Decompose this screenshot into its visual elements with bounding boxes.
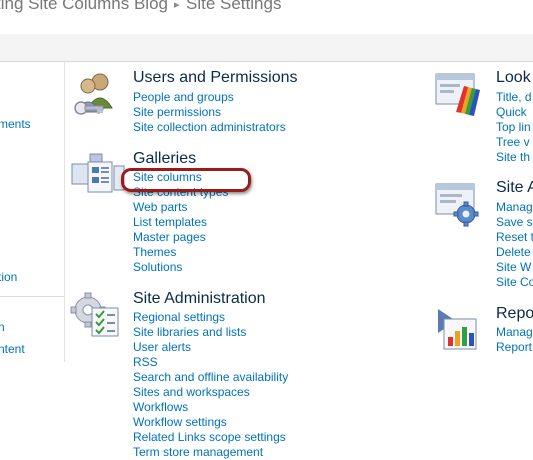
site-actions-links: Manag Save s Reset t Delete Site W Site … bbox=[496, 200, 533, 290]
site-administration-title: Site Administration bbox=[133, 290, 266, 307]
link-delete-this-site[interactable]: Delete bbox=[496, 245, 533, 260]
quick-launch-divider bbox=[0, 296, 64, 297]
link-workflows[interactable]: Workflows bbox=[133, 400, 288, 415]
galleries-icon bbox=[71, 153, 125, 193]
site-columns-highlight bbox=[121, 168, 251, 192]
link-tree-view[interactable]: Tree v bbox=[496, 135, 532, 150]
reports-icon bbox=[438, 309, 477, 350]
link-title-description-icon[interactable]: Title, d bbox=[496, 90, 532, 105]
quick-launch-item[interactable]: ments bbox=[0, 117, 31, 131]
users-permissions-links: People and groups Site permissions Site … bbox=[133, 90, 286, 135]
link-list-templates[interactable]: List templates bbox=[133, 215, 228, 230]
breadcrumb: ting Site Columns Blog ▸ Site Settings bbox=[0, 0, 533, 34]
breadcrumb-separator-icon: ▸ bbox=[174, 0, 180, 11]
galleries-title: Galleries bbox=[133, 150, 197, 167]
site-actions-title: Site A bbox=[496, 179, 533, 196]
link-people-and-groups[interactable]: People and groups bbox=[133, 90, 286, 105]
link-web-parts[interactable]: Web parts bbox=[133, 200, 228, 215]
link-related-links-scope-settings[interactable]: Related Links scope settings bbox=[133, 430, 288, 445]
link-term-store-management[interactable]: Term store management bbox=[133, 445, 288, 460]
link-site-libraries-and-lists[interactable]: Site libraries and lists bbox=[133, 325, 288, 340]
site-administration-links: Regional settings Site libraries and lis… bbox=[133, 310, 288, 460]
site-administration-icon bbox=[70, 292, 119, 337]
site-actions-icon bbox=[435, 183, 479, 227]
link-site-theme[interactable]: Site th bbox=[496, 150, 532, 165]
link-user-alerts[interactable]: User alerts bbox=[133, 340, 288, 355]
breadcrumb-page-title: Site Settings bbox=[186, 0, 282, 13]
quick-launch: ments tion n ntent bbox=[0, 62, 65, 362]
link-save-site-as-template[interactable]: Save s bbox=[496, 215, 533, 230]
link-rss[interactable]: RSS bbox=[133, 355, 288, 370]
look-and-feel-links: Title, d Quick Top lin Tree v Site th bbox=[496, 90, 532, 165]
look-and-feel-title: Look bbox=[496, 69, 531, 86]
ribbon-bar bbox=[0, 34, 533, 62]
link-search-and-offline-availability[interactable]: Search and offline availability bbox=[133, 370, 288, 385]
link-workflow-settings[interactable]: Workflow settings bbox=[133, 415, 288, 430]
link-master-pages[interactable]: Master pages bbox=[133, 230, 228, 245]
link-manage-reports[interactable]: Manag bbox=[496, 325, 533, 340]
reports-title: Repo bbox=[496, 305, 533, 322]
link-site-web-analytics[interactable]: Site W bbox=[496, 260, 533, 275]
quick-launch-item[interactable]: tion bbox=[0, 270, 17, 284]
link-site-content[interactable]: Site Co bbox=[496, 275, 533, 290]
users-permissions-title: Users and Permissions bbox=[133, 69, 298, 86]
breadcrumb-site-link[interactable]: ting Site Columns Blog bbox=[0, 0, 168, 14]
link-manage-site-features[interactable]: Manag bbox=[496, 200, 533, 215]
quick-launch-item[interactable]: n bbox=[0, 320, 5, 334]
link-quick-launch[interactable]: Quick bbox=[496, 105, 532, 120]
quick-launch-item[interactable]: ntent bbox=[0, 342, 25, 356]
link-regional-settings[interactable]: Regional settings bbox=[133, 310, 288, 325]
link-sites-and-workspaces[interactable]: Sites and workspaces bbox=[133, 385, 288, 400]
link-solutions[interactable]: Solutions bbox=[133, 260, 228, 275]
reports-links: Manag Report bbox=[496, 325, 533, 355]
link-site-collection-administrators[interactable]: Site collection administrators bbox=[133, 120, 286, 135]
link-themes[interactable]: Themes bbox=[133, 245, 228, 260]
users-permissions-icon bbox=[74, 73, 113, 115]
link-site-permissions[interactable]: Site permissions bbox=[133, 105, 286, 120]
link-top-link-bar[interactable]: Top lin bbox=[496, 120, 532, 135]
link-reset-to-site-definition[interactable]: Reset t bbox=[496, 230, 533, 245]
look-and-feel-icon bbox=[435, 73, 480, 116]
link-report-settings[interactable]: Report bbox=[496, 340, 533, 355]
